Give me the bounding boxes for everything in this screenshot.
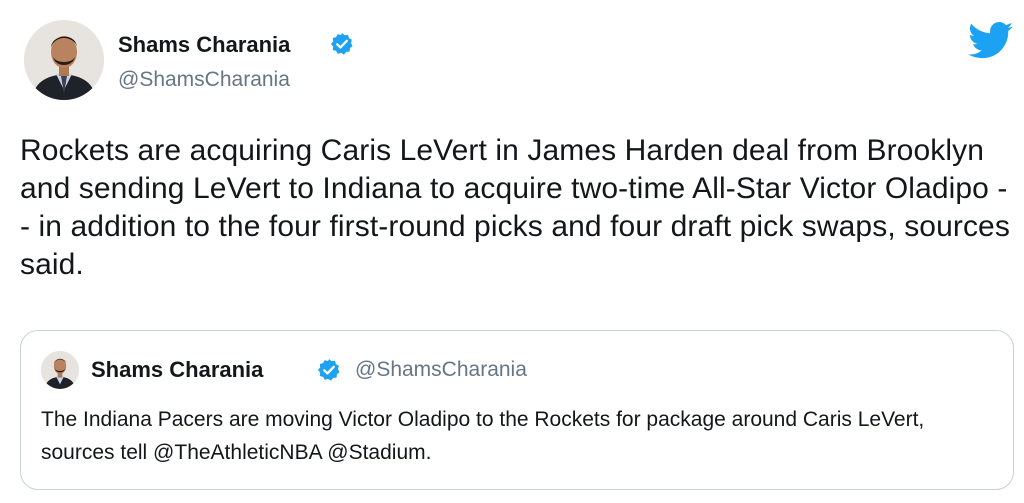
author-name[interactable]: Shams Charania	[118, 32, 290, 58]
verified-badge-icon	[318, 359, 340, 381]
tweet-text: Rockets are acquiring Caris LeVert in Ja…	[20, 134, 1010, 281]
quoted-tweet-card[interactable]: Shams Charania @ShamsCharania The Indian…	[20, 330, 1014, 490]
quoted-author-handle[interactable]: @ShamsCharania	[355, 358, 527, 382]
author-handle[interactable]: @ShamsCharania	[118, 68, 290, 92]
author-avatar[interactable]	[24, 20, 104, 100]
quoted-tweet-text: The Indiana Pacers are moving Victor Ola…	[41, 408, 925, 464]
verified-badge-icon	[331, 33, 353, 55]
avatar-photo	[41, 351, 79, 389]
twitter-bird-icon[interactable]	[968, 22, 1014, 60]
tweet-card: Shams Charania @ShamsCharania Rockets ar…	[0, 0, 1024, 503]
avatar-photo	[24, 20, 104, 100]
quoted-author-name[interactable]: Shams Charania	[91, 357, 263, 383]
quoted-author-avatar[interactable]	[41, 351, 79, 389]
